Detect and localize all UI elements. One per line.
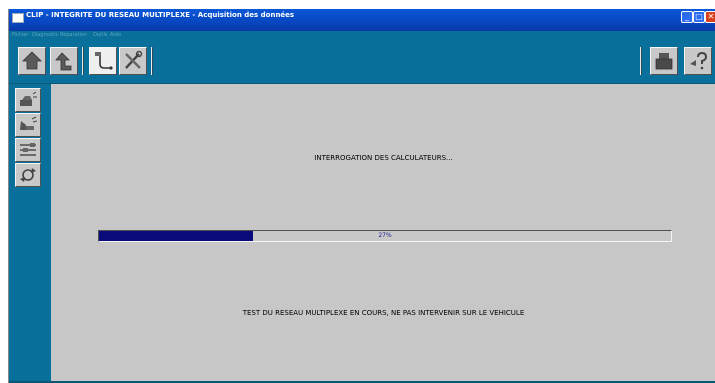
printer-icon [655, 53, 673, 70]
toolbar-separator [640, 47, 642, 75]
network-config-icon [20, 143, 36, 156]
up-arrow-icon [55, 52, 72, 71]
menu-item-diagnostic[interactable]: Diagnostic [32, 32, 58, 38]
title-bar[interactable]: CLIP - INTEGRITE DU RESEAU MULTIPLEXE - … [9, 9, 715, 31]
app-window: CLIP - INTEGRITE DU RESEAU MULTIPLEXE - … [8, 9, 715, 383]
app-icon [12, 13, 24, 23]
connector-button[interactable] [89, 47, 117, 75]
warning-message: TEST DU RESEAU MULTIPLEXE EN COURS, NE P… [242, 309, 525, 317]
help-button[interactable] [684, 47, 712, 75]
maximize-button[interactable]: □ [693, 11, 705, 23]
menu-item-fichier[interactable]: Fichier [12, 32, 28, 38]
print-button[interactable] [650, 47, 678, 75]
sidebar-button-vehicle-side[interactable] [15, 113, 41, 137]
sidebar-button-refresh-network[interactable] [15, 163, 41, 187]
sidebar-button-network-config[interactable] [15, 138, 41, 162]
toolbar [9, 42, 715, 84]
help-icon [690, 51, 708, 70]
refresh-network-icon [20, 168, 36, 182]
back-up-button[interactable] [50, 47, 78, 75]
toolbar-separator [82, 47, 84, 75]
home-icon [22, 51, 42, 70]
menu-item-reparation[interactable]: Réparation [60, 32, 87, 38]
progress-bar: 27% [98, 230, 672, 242]
menu-item-outils[interactable]: Outils [93, 32, 107, 38]
toolbar-separator [151, 47, 153, 75]
main-panel: INTERROGATION DES CALCULATEURS... 27% TE… [51, 84, 715, 383]
menu-item-aide[interactable]: Aide [110, 32, 121, 38]
minimize-button[interactable]: _ [681, 11, 693, 23]
progress-label: 27% [378, 232, 392, 239]
left-sidebar [9, 84, 51, 383]
vehicle-front-icon [20, 91, 37, 106]
home-button[interactable] [18, 47, 46, 75]
vehicle-side-icon [20, 116, 38, 130]
tools-icon [125, 50, 143, 69]
connector-icon [95, 52, 113, 70]
tools-button[interactable] [119, 47, 147, 75]
close-button[interactable]: ✕ [705, 11, 715, 23]
window-title: CLIP - INTEGRITE DU RESEAU MULTIPLEXE - … [26, 11, 295, 19]
menu-bar: Fichier Diagnostic Réparation Outils Aid… [9, 31, 715, 42]
status-message: INTERROGATION DES CALCULATEURS... [314, 154, 453, 162]
sidebar-button-vehicle-front[interactable] [15, 88, 41, 112]
